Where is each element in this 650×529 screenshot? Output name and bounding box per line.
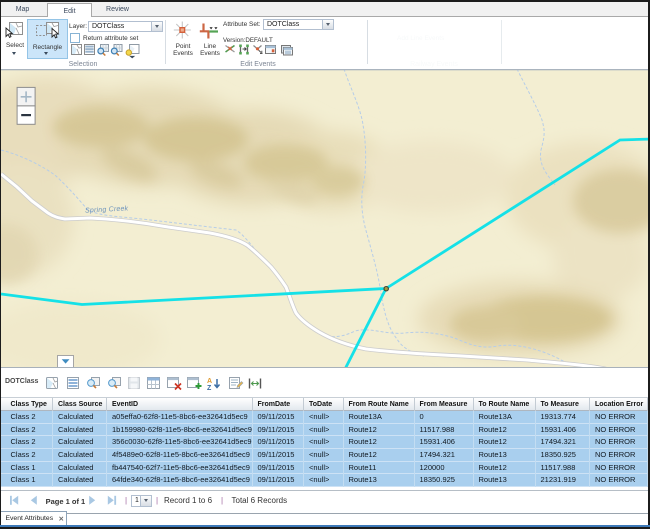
svg-text:A: A xyxy=(207,378,212,385)
svg-text:Z: Z xyxy=(207,385,212,392)
